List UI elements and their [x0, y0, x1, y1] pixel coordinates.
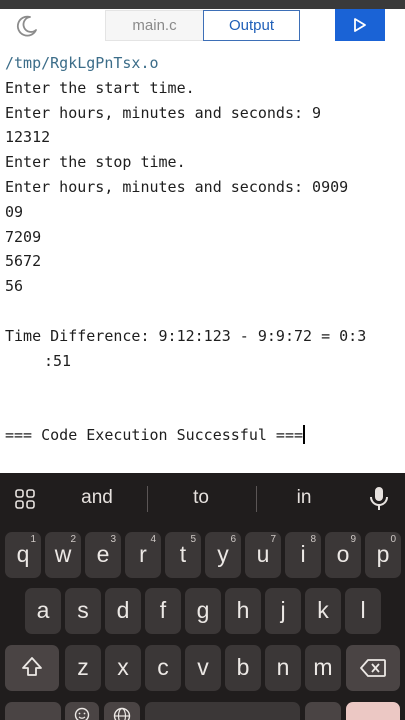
- apps-grid-icon[interactable]: [15, 489, 35, 509]
- key-h[interactable]: h: [225, 588, 261, 634]
- theme-toggle[interactable]: [14, 13, 40, 39]
- symbols-key[interactable]: [5, 702, 61, 720]
- key-a[interactable]: a: [25, 588, 61, 634]
- suggestion-1[interactable]: and: [62, 487, 132, 509]
- key-y[interactable]: y6: [205, 532, 241, 578]
- key-n[interactable]: n: [265, 645, 301, 691]
- key-p[interactable]: p0: [365, 532, 401, 578]
- key-u[interactable]: u7: [245, 532, 281, 578]
- play-icon: [354, 18, 366, 32]
- backspace-icon: [360, 659, 386, 677]
- output-line: Enter the start time.: [5, 78, 195, 97]
- key-j[interactable]: j: [265, 588, 301, 634]
- output-line: 5672: [5, 252, 42, 271]
- period-key[interactable]: [305, 702, 341, 720]
- suggestion-strip: and to in: [0, 473, 405, 523]
- key-z[interactable]: z: [65, 645, 101, 691]
- microphone-icon[interactable]: [369, 486, 389, 512]
- suggestion-2[interactable]: to: [166, 487, 236, 509]
- tab-output[interactable]: Output: [203, 10, 300, 41]
- output-line: Enter hours, minutes and seconds: 9: [5, 103, 322, 122]
- key-q[interactable]: q1: [5, 532, 41, 578]
- key-b[interactable]: b: [225, 645, 261, 691]
- key-d[interactable]: d: [105, 588, 141, 634]
- tab-main-c[interactable]: main.c: [105, 10, 203, 41]
- key-x[interactable]: x: [105, 645, 141, 691]
- emoji-key[interactable]: [65, 702, 99, 720]
- key-l[interactable]: l: [345, 588, 381, 634]
- key-g[interactable]: g: [185, 588, 221, 634]
- key-i[interactable]: i8: [285, 532, 321, 578]
- output-line: 12312: [5, 128, 51, 147]
- key-e[interactable]: e3: [85, 532, 121, 578]
- key-t[interactable]: t5: [165, 532, 201, 578]
- onscreen-keyboard: and to in q1 w2 e3 r4 t5 y6 u7 i8 o9 p0 …: [0, 473, 405, 720]
- globe-icon: [113, 707, 131, 720]
- output-line: Time Difference: 9:12:123 - 9:9:72 = 0:3: [5, 326, 367, 345]
- run-button[interactable]: [335, 9, 385, 41]
- key-r[interactable]: r4: [125, 532, 161, 578]
- output-line-final: === Code Execution Successful ===: [5, 423, 405, 448]
- enter-key[interactable]: [346, 702, 400, 720]
- key-c[interactable]: c: [145, 645, 181, 691]
- shift-key[interactable]: [5, 645, 59, 691]
- output-line: Enter hours, minutes and seconds: 0909: [5, 177, 349, 196]
- key-f[interactable]: f: [145, 588, 181, 634]
- language-key[interactable]: [104, 702, 140, 720]
- key-k[interactable]: k: [305, 588, 341, 634]
- key-w[interactable]: w2: [45, 532, 81, 578]
- backspace-key[interactable]: [346, 645, 400, 691]
- output-line: 09: [5, 202, 24, 221]
- output-line: /tmp/RgkLgPnTsx.o: [5, 54, 159, 72]
- shift-icon: [22, 657, 42, 676]
- divider: [147, 486, 148, 512]
- output-line: 56: [5, 277, 24, 296]
- output-console[interactable]: /tmp/RgkLgPnTsx.o Enter the start time. …: [0, 51, 405, 473]
- space-key[interactable]: [145, 702, 300, 720]
- success-message: === Code Execution Successful ===: [5, 425, 304, 444]
- emoji-icon: [74, 707, 90, 720]
- output-line: Enter the stop time.: [5, 153, 186, 172]
- output-line: :51: [44, 351, 72, 370]
- status-bar: [0, 0, 405, 9]
- key-v[interactable]: v: [185, 645, 221, 691]
- output-line: 7209: [5, 227, 42, 246]
- moon-icon: [16, 15, 37, 37]
- editor-toolbar: main.c Output: [0, 9, 405, 51]
- key-o[interactable]: o9: [325, 532, 361, 578]
- text-cursor: [303, 424, 305, 444]
- suggestion-3[interactable]: in: [269, 487, 339, 509]
- key-s[interactable]: s: [65, 588, 101, 634]
- key-m[interactable]: m: [305, 645, 341, 691]
- divider: [256, 486, 257, 512]
